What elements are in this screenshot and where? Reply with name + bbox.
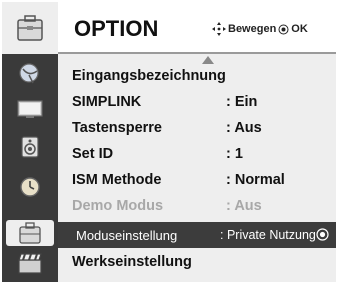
speaker-audio-icon [21, 136, 39, 158]
menu-item-eingangsbezeichnung[interactable]: Eingangsbezeichnung [58, 64, 336, 90]
menu-item-value: : Aus [226, 120, 262, 136]
menu-item-set-id[interactable]: Set ID : 1 [58, 142, 336, 168]
sidebar-item-time[interactable] [6, 172, 54, 202]
sidebar-item-audio[interactable] [6, 132, 54, 162]
menu-item-value: : 1 [226, 146, 243, 162]
menu-header: OPTION Bewegen OK [58, 2, 336, 54]
menu-item-ism-methode[interactable]: ISM Methode : Normal [58, 168, 336, 194]
menu-item-label: Tastensperre [72, 120, 162, 136]
scroll-up-arrow-icon[interactable] [202, 56, 214, 64]
clock-timer-icon [20, 177, 40, 197]
option-case-icon [17, 15, 43, 41]
menu-item-value: : Private Nutzung [220, 228, 316, 242]
satellite-dish-icon [19, 63, 39, 84]
menu-item-label: Set ID [72, 146, 114, 162]
clapperboard-icon [18, 253, 42, 274]
sidebar-item-input[interactable] [6, 248, 54, 278]
move-hint-label: Bewegen [228, 23, 277, 35]
menu-item-label: Demo Modus [72, 198, 164, 214]
menu-item-label: Werkseinstellung [72, 254, 192, 270]
menu-category-sidebar [2, 2, 58, 282]
ok-circle-icon [316, 228, 329, 241]
option-case-icon [19, 222, 41, 244]
menu-item-tastensperre[interactable]: Tastensperre : Aus [58, 116, 336, 142]
ok-circle-icon [278, 24, 289, 34]
menu-item-label: Moduseinstellung [76, 228, 178, 243]
menu-item-simplink[interactable]: SIMPLINK : Ein [58, 90, 336, 116]
option-menu: OPTION Bewegen OK Eingangsbezeichnung SI… [2, 2, 336, 282]
menu-item-werkseinstellung[interactable]: Werkseinstellung [58, 250, 336, 276]
sidebar-item-picture[interactable] [6, 94, 54, 124]
menu-item-value: : Aus [226, 198, 262, 214]
menu-item-label: ISM Methode [72, 172, 162, 188]
sidebar-item-channel[interactable] [6, 58, 54, 88]
menu-item-moduseinstellung[interactable]: Moduseinstellung : Private Nutzung [58, 222, 336, 248]
menu-item-label: Eingangsbezeichnung [72, 68, 226, 84]
four-way-arrow-icon [212, 22, 226, 36]
menu-item-label: SIMPLINK [72, 94, 142, 110]
menu-item-demo-modus: Demo Modus : Aus [58, 194, 336, 220]
navigation-hint: Bewegen OK [212, 22, 308, 36]
page-title: OPTION [74, 16, 159, 41]
option-settings-panel: OPTION Bewegen OK Eingangsbezeichnung SI… [58, 2, 336, 282]
sidebar-item-option-header[interactable] [2, 2, 58, 54]
tv-picture-icon [17, 100, 43, 118]
ok-hint-label: OK [291, 23, 308, 35]
menu-item-value: : Ein [226, 94, 258, 110]
sidebar-item-option[interactable] [6, 220, 54, 246]
menu-item-value: : Normal [226, 172, 285, 188]
